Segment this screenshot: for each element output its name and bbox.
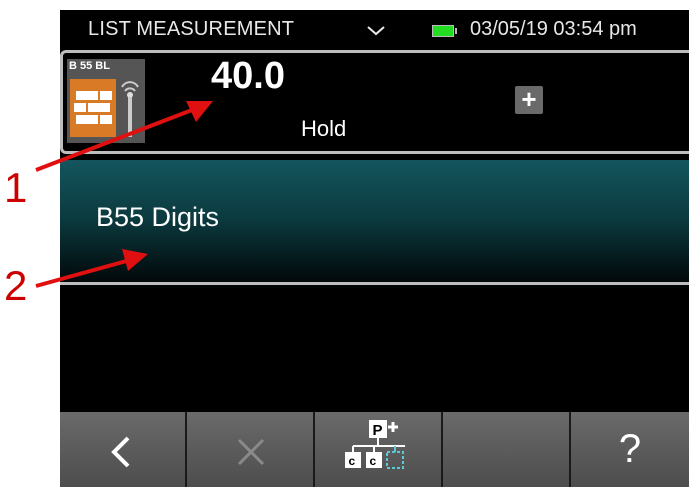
arrow-head-icon (122, 249, 148, 271)
annotation-arrows (35, 101, 213, 288)
annotation-arrow-1 (35, 108, 193, 172)
annotation-arrow-2 (35, 258, 131, 288)
